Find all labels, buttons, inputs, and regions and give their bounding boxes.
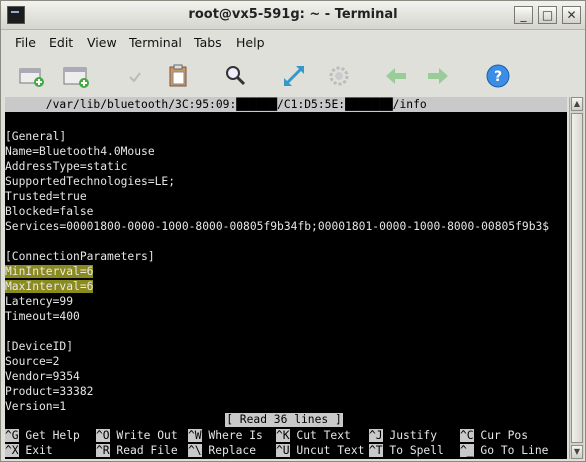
shortcut-key: ^G <box>5 429 19 442</box>
text-line: MaxInterval=6 <box>5 280 94 293</box>
find-icon[interactable] <box>221 61 251 91</box>
window-title: root@vx5-591g: ~ - Terminal <box>188 7 398 22</box>
nano-status: [ Read 36 lines ] <box>225 413 343 427</box>
close-button[interactable]: ✕ <box>562 6 581 24</box>
text-line <box>5 324 567 339</box>
shortcut-label: Exit <box>18 444 53 457</box>
nano-shortcuts: ^G Get Help ^O Write Out ^W Where Is ^K Cut… <box>5 428 567 458</box>
text-line: AddressType=static <box>5 160 128 173</box>
shortcut-label: Write Out <box>109 429 178 442</box>
shortcut-label: Uncut Text <box>289 444 365 457</box>
text-line: [DeviceID] <box>5 340 74 353</box>
menu-help[interactable]: Help <box>236 35 265 50</box>
shortcut-item: ^_ Go To Line <box>460 443 548 458</box>
shortcut-key: ^W <box>188 429 202 442</box>
text-line: SupportedTechnologies=LE; <box>5 175 176 188</box>
shortcut-item: ^G Get Help <box>5 428 80 443</box>
scroll-up-arrow-icon[interactable]: ▲ <box>571 97 583 111</box>
shortcut-key: ^T <box>369 444 383 457</box>
nano-header: /var/lib/bluetooth/3C:95:09:██████/C1:D5… <box>5 97 567 112</box>
paste-icon[interactable] <box>163 61 193 91</box>
shortcut-label: Cut Text <box>289 429 351 442</box>
shortcut-key: ^\ <box>188 444 202 457</box>
shortcut-label: Where Is <box>201 429 263 442</box>
new-tab-icon[interactable] <box>17 61 47 91</box>
text-line <box>5 234 567 249</box>
shortcut-label: Replace <box>201 444 257 457</box>
title-bar[interactable]: root@vx5-591g: ~ - Terminal _ □ ✕ <box>1 1 585 30</box>
scrollbar[interactable]: ▲ ▼ <box>569 97 584 459</box>
shortcut-item: ^T To Spell <box>369 443 444 458</box>
text-line: Vendor=9354 <box>5 370 80 383</box>
svg-text:?: ? <box>494 69 502 85</box>
menu-view[interactable]: View <box>87 35 117 50</box>
shortcut-item: ^O Write Out <box>96 428 178 443</box>
shortcut-label: Get Help <box>18 429 80 442</box>
shortcut-item: ^U Uncut Text <box>276 443 364 458</box>
shortcut-key: ^K <box>276 429 290 442</box>
text-line: [ConnectionParameters] <box>5 250 155 263</box>
shortcut-key: ^_ <box>460 444 474 457</box>
text-line: Source=2 <box>5 355 60 368</box>
shortcut-label: Go To Line <box>473 444 549 457</box>
text-line: MinInterval=6 <box>5 265 94 278</box>
shortcut-item: ^R Read File <box>96 443 178 458</box>
shortcut-item: ^J Justify <box>369 428 437 443</box>
shortcut-key: ^U <box>276 444 290 457</box>
fullscreen-icon[interactable] <box>279 61 309 91</box>
shortcut-label: Read File <box>109 444 178 457</box>
file-content: [General] Name=Bluetooth4.0Mouse AddressTy… <box>5 129 567 414</box>
text-line: [General] <box>5 130 67 143</box>
toolbar: ? <box>1 57 585 95</box>
shortcut-item: ^K Cut Text <box>276 428 351 443</box>
maximize-button[interactable]: □ <box>538 6 557 24</box>
menu-bar: File Edit View Terminal Tabs Help <box>1 31 585 55</box>
shortcut-key: ^R <box>96 444 110 457</box>
text-line: Name=Bluetooth4.0Mouse <box>5 145 155 158</box>
shortcut-label: Justify <box>382 429 438 442</box>
minimize-button[interactable]: _ <box>514 6 533 24</box>
settings-icon[interactable] <box>324 61 354 91</box>
scroll-down-arrow-icon[interactable]: ▼ <box>571 445 583 459</box>
shortcut-item: ^X Exit <box>5 443 53 458</box>
terminal-area[interactable]: /var/lib/bluetooth/3C:95:09:██████/C1:D5… <box>5 97 567 459</box>
help-icon[interactable]: ? <box>483 61 513 91</box>
shortcut-label: To Spell <box>382 444 444 457</box>
shortcut-key: ^C <box>460 429 474 442</box>
scrollbar-thumb[interactable] <box>571 113 583 443</box>
shortcut-item: ^C Cur Pos <box>460 428 528 443</box>
text-line: Version=1 <box>5 400 67 413</box>
text-line: Blocked=false <box>5 205 94 218</box>
menu-file[interactable]: File <box>15 35 36 50</box>
shortcut-key: ^X <box>5 444 19 457</box>
text-line: Product=33382 <box>5 385 94 398</box>
menu-terminal[interactable]: Terminal <box>129 35 182 50</box>
shortcut-key: ^J <box>369 429 383 442</box>
text-line: Timeout=400 <box>5 310 80 323</box>
terminal-window: root@vx5-591g: ~ - Terminal _ □ ✕ File E… <box>0 0 586 462</box>
text-line: Latency=99 <box>5 295 74 308</box>
shortcut-item: ^W Where Is <box>188 428 263 443</box>
new-window-icon[interactable] <box>61 61 91 91</box>
shortcut-label: Cur Pos <box>473 429 529 442</box>
shortcut-item: ^\ Replace <box>188 443 256 458</box>
text-line: Services=00001800-0000-1000-8000-00805f9… <box>5 220 550 233</box>
shortcut-key: ^O <box>96 429 110 442</box>
text-line: Trusted=true <box>5 190 87 203</box>
close-tab-icon[interactable] <box>120 61 150 91</box>
menu-edit[interactable]: Edit <box>49 35 73 50</box>
menu-tabs[interactable]: Tabs <box>194 35 222 50</box>
forward-icon[interactable] <box>423 61 453 91</box>
back-icon[interactable] <box>381 61 411 91</box>
